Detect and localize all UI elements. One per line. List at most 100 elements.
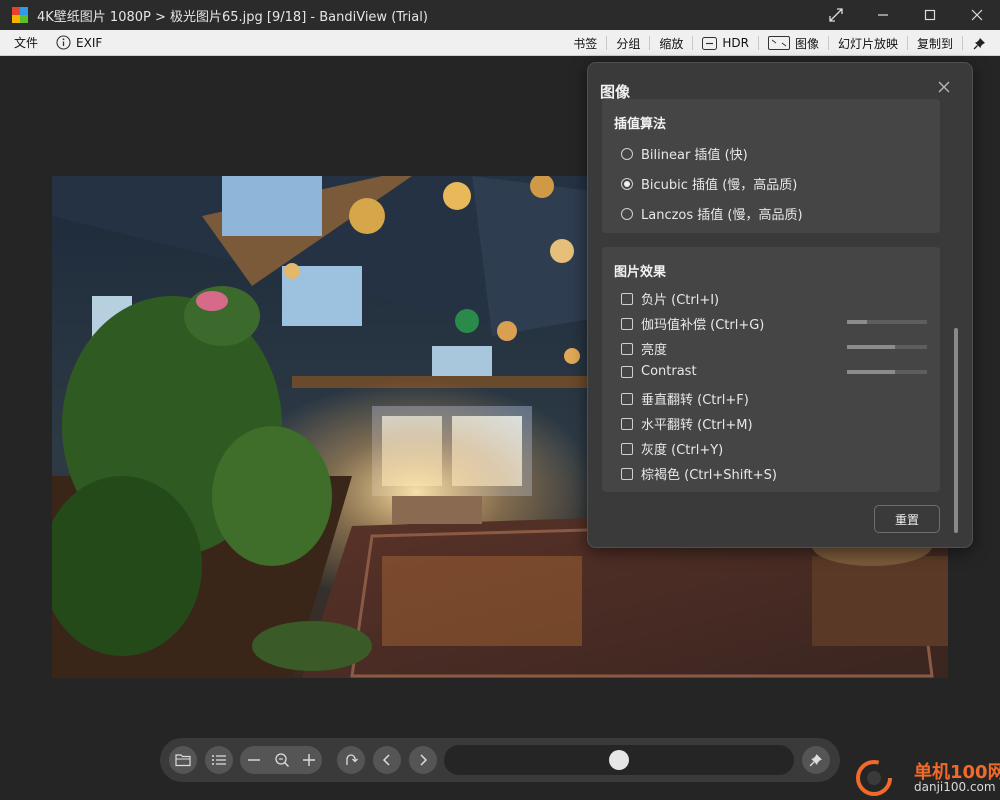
chevron-right-icon bbox=[420, 754, 428, 766]
folder-icon bbox=[175, 754, 191, 767]
menu-bar: 文件 EXIF 书签 分组 缩放 HDR 图像 幻灯片放映 复制到 bbox=[0, 30, 1000, 56]
effect-label: 水平翻转 (Ctrl+M) bbox=[641, 418, 753, 433]
contrast-slider[interactable] bbox=[847, 370, 927, 374]
menu-exif[interactable]: EXIF bbox=[47, 30, 111, 56]
pin-icon bbox=[809, 754, 822, 767]
effect-gamma[interactable]: 伽玛值补偿 (Ctrl+G) bbox=[621, 314, 764, 333]
site-watermark: 单机100网 danji100.com bbox=[848, 756, 1000, 800]
image-frame-icon bbox=[767, 36, 790, 50]
interpolation-title: 插值算法 bbox=[614, 117, 667, 132]
option-label: Bicubic 插值 (慢，高品质) bbox=[641, 178, 798, 193]
menu-group[interactable]: 分组 bbox=[607, 30, 649, 56]
menu-copy-to[interactable]: 复制到 bbox=[908, 30, 962, 56]
menu-bookmark-label: 书签 bbox=[573, 36, 598, 51]
effects-title: 图片效果 bbox=[614, 265, 667, 280]
effect-vertical-flip[interactable]: 垂直翻转 (Ctrl+F) bbox=[621, 389, 749, 408]
interpolation-option-bilinear[interactable]: Bilinear 插值 (快) bbox=[621, 144, 748, 163]
radio-button[interactable] bbox=[621, 147, 633, 160]
checkbox[interactable] bbox=[621, 392, 633, 405]
zoom-controls bbox=[240, 746, 322, 774]
hdr-toggle-icon bbox=[702, 36, 718, 50]
panel-scrollbar[interactable] bbox=[954, 328, 958, 533]
effect-label: 垂直翻转 (Ctrl+F) bbox=[641, 393, 749, 408]
effect-label: 伽玛值补偿 (Ctrl+G) bbox=[641, 318, 765, 333]
checkbox[interactable] bbox=[621, 342, 633, 355]
checkbox[interactable] bbox=[621, 317, 633, 330]
menu-slideshow-label: 幻灯片放映 bbox=[837, 36, 898, 51]
menu-hdr-label: HDR bbox=[722, 36, 749, 50]
title-bar: 4K壁纸图片 1080P > 极光图片65.jpg [9/18] - Bandi… bbox=[0, 0, 1000, 30]
pin-toolbar-button[interactable] bbox=[802, 746, 830, 774]
checkbox[interactable] bbox=[621, 442, 633, 455]
maximize-button[interactable] bbox=[906, 0, 953, 30]
maximize-icon bbox=[924, 9, 935, 21]
next-image-button[interactable] bbox=[409, 746, 437, 774]
minus-icon bbox=[248, 759, 260, 761]
option-label: Lanczos 插值 (慢，高品质) bbox=[641, 208, 803, 223]
menu-group-label: 分组 bbox=[616, 36, 641, 51]
panel-close-button[interactable] bbox=[936, 79, 952, 95]
open-folder-button[interactable] bbox=[169, 746, 197, 774]
pin-icon bbox=[973, 37, 985, 49]
window-title: 4K壁纸图片 1080P > 极光图片65.jpg [9/18] - Bandi… bbox=[37, 9, 428, 25]
plus-icon bbox=[303, 754, 315, 766]
rotate-button[interactable] bbox=[337, 746, 365, 774]
zoom-fit-button[interactable] bbox=[274, 752, 290, 772]
effect-label: Contrast bbox=[641, 364, 697, 379]
previous-image-button[interactable] bbox=[373, 746, 401, 774]
slider-fill bbox=[847, 370, 895, 374]
checkbox[interactable] bbox=[621, 292, 633, 305]
radio-button-selected[interactable] bbox=[621, 177, 633, 190]
effects-group: 图片效果 负片 (Ctrl+I) 伽玛值补偿 (Ctrl+G) 亮度 Contr… bbox=[602, 247, 940, 492]
menu-bookmark[interactable]: 书签 bbox=[564, 30, 606, 56]
menu-hdr[interactable]: HDR bbox=[693, 30, 758, 56]
expand-icon bbox=[828, 8, 843, 22]
close-window-button[interactable] bbox=[953, 0, 1000, 30]
zoom-out-button[interactable] bbox=[247, 753, 261, 771]
watermark-logo-icon bbox=[856, 760, 892, 796]
close-icon bbox=[938, 81, 950, 93]
checkbox[interactable] bbox=[621, 365, 633, 378]
menu-copy-to-label: 复制到 bbox=[916, 36, 953, 51]
menu-exif-label: EXIF bbox=[76, 35, 103, 50]
interpolation-option-bicubic[interactable]: Bicubic 插值 (慢，高品质) bbox=[621, 174, 797, 193]
effect-brightness[interactable]: 亮度 bbox=[621, 339, 667, 358]
file-list-button[interactable] bbox=[205, 746, 233, 774]
menu-file-label: 文件 bbox=[14, 36, 39, 50]
brightness-slider[interactable] bbox=[847, 345, 927, 349]
menu-pin[interactable] bbox=[963, 30, 1000, 56]
info-icon bbox=[56, 35, 71, 50]
option-label: Bilinear 插值 (快) bbox=[641, 148, 748, 163]
chevron-left-icon bbox=[382, 754, 390, 766]
minimize-button[interactable] bbox=[859, 0, 906, 30]
checkbox[interactable] bbox=[621, 467, 633, 480]
image-settings-panel: 图像 插值算法 Bilinear 插值 (快) Bicubic 插值 (慢，高品… bbox=[587, 62, 973, 548]
menu-image-label: 图像 bbox=[794, 36, 819, 51]
effect-label: 负片 (Ctrl+I) bbox=[641, 293, 720, 308]
radio-button[interactable] bbox=[621, 207, 633, 220]
list-icon bbox=[212, 755, 226, 765]
seek-knob[interactable] bbox=[609, 750, 629, 770]
menu-zoom-label: 缩放 bbox=[659, 36, 684, 51]
effect-label: 灰度 (Ctrl+Y) bbox=[641, 443, 724, 458]
effect-sepia[interactable]: 棕褐色 (Ctrl+Shift+S) bbox=[621, 464, 777, 483]
slider-fill bbox=[847, 345, 895, 349]
checkbox[interactable] bbox=[621, 417, 633, 430]
interpolation-option-lanczos[interactable]: Lanczos 插值 (慢，高品质) bbox=[621, 204, 803, 223]
gamma-slider[interactable] bbox=[847, 320, 927, 324]
effect-negative[interactable]: 负片 (Ctrl+I) bbox=[621, 289, 719, 308]
menu-zoom[interactable]: 缩放 bbox=[650, 30, 692, 56]
menu-slideshow[interactable]: 幻灯片放映 bbox=[829, 30, 907, 56]
watermark-domain: danji100.com bbox=[914, 780, 996, 794]
menu-file[interactable]: 文件 bbox=[0, 30, 47, 56]
reset-button[interactable]: 重置 bbox=[874, 505, 940, 533]
image-seek-bar[interactable] bbox=[444, 745, 794, 775]
zoom-in-button[interactable] bbox=[302, 753, 316, 771]
fullscreen-button[interactable] bbox=[812, 0, 859, 30]
effect-contrast[interactable]: Contrast bbox=[621, 364, 697, 379]
minimize-icon bbox=[877, 14, 888, 16]
menu-image[interactable]: 图像 bbox=[759, 30, 828, 56]
effect-horizontal-flip[interactable]: 水平翻转 (Ctrl+M) bbox=[621, 414, 753, 433]
close-icon bbox=[971, 9, 982, 21]
effect-grayscale[interactable]: 灰度 (Ctrl+Y) bbox=[621, 439, 723, 458]
